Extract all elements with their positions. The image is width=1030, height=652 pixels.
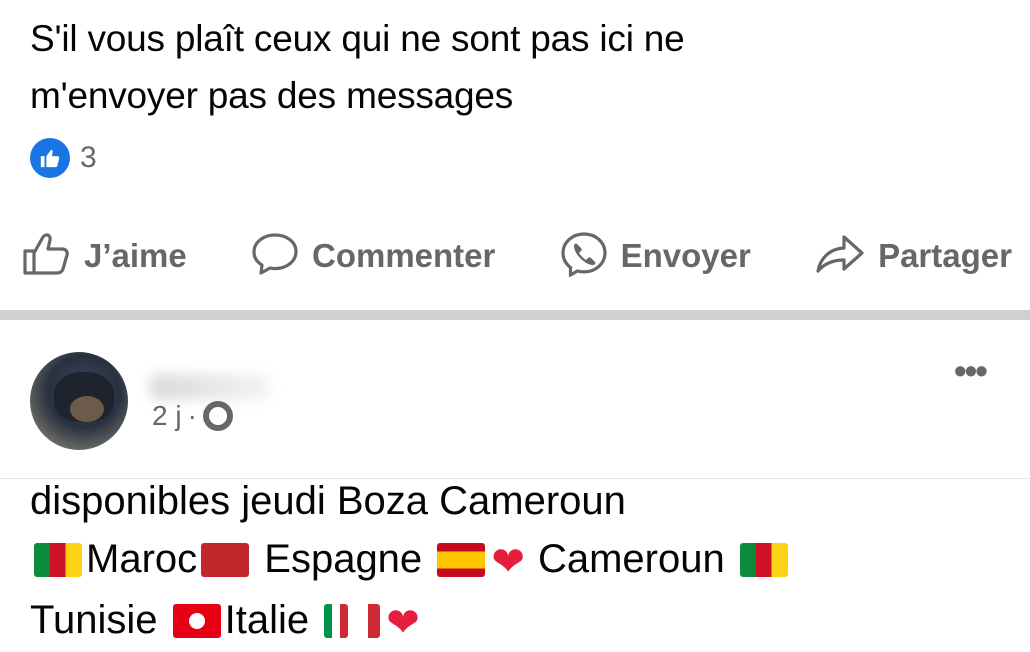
like-label: J’aime (84, 237, 187, 274)
italie-text: Italie (224, 598, 310, 642)
cameroun-text: Cameroun (537, 537, 725, 581)
post2-line-3: Tunisie Italie ❤ (30, 591, 1020, 652)
italy-flag-icon (324, 604, 349, 638)
post-text: S'il vous plaît ceux qui ne sont pas ici… (30, 10, 990, 124)
italy-flag-icon (356, 604, 381, 638)
post2-text: disponibles jeudi Boza Cameroun Maroc Es… (30, 472, 1020, 652)
comment-label: Commenter (311, 237, 496, 274)
post-text-line-2: m'envoyer pas des messages (30, 75, 514, 116)
cameroon-flag-icon (34, 543, 82, 577)
post2-line-2: Maroc Espagne ❤ Cameroun (30, 530, 1020, 591)
spain-flag-icon (437, 543, 486, 577)
maroc-text: Maroc (86, 537, 198, 581)
post2-line-1: disponibles jeudi Boza Cameroun (30, 479, 626, 523)
avatar-face (70, 396, 104, 422)
share-label: Partager (878, 237, 1012, 274)
like-button[interactable]: J’aime (22, 231, 187, 282)
post-time[interactable]: 2 j (152, 400, 182, 432)
author-name-blurred[interactable] (150, 374, 270, 400)
thumbs-up-outline-icon (22, 231, 72, 282)
tunisia-flag-icon (172, 604, 221, 638)
messenger-icon (559, 231, 609, 282)
reaction-count: 3 (80, 141, 97, 174)
globe-icon (202, 401, 233, 431)
post-text-line-1: S'il vous plaît ceux qui ne sont pas ici… (30, 18, 685, 59)
tunisie-text: Tunisie (30, 598, 158, 642)
send-label: Envoyer (620, 237, 751, 274)
heart-icon: ❤ (386, 601, 420, 645)
comment-button[interactable]: Commenter (250, 231, 495, 282)
post-meta: 2 j · (152, 400, 233, 432)
avatar[interactable] (30, 352, 128, 450)
share-arrow-icon (814, 231, 866, 282)
post-action-bar: J’aime Commenter Envoyer Partager (22, 226, 1012, 286)
reaction-summary[interactable]: 3 (30, 138, 97, 178)
heart-icon: ❤ (491, 540, 525, 584)
morocco-flag-icon (201, 543, 250, 577)
thumbs-up-icon (30, 138, 70, 178)
cameroon-flag-icon (739, 543, 788, 577)
more-dots-icon[interactable]: ••• (954, 350, 988, 392)
feed-separator (0, 310, 1030, 320)
speech-bubble-icon (250, 231, 300, 282)
meta-separator: · (187, 400, 197, 431)
espagne-text: Espagne (264, 537, 423, 581)
send-button[interactable]: Envoyer (559, 231, 751, 282)
share-button[interactable]: Partager (814, 231, 1012, 282)
